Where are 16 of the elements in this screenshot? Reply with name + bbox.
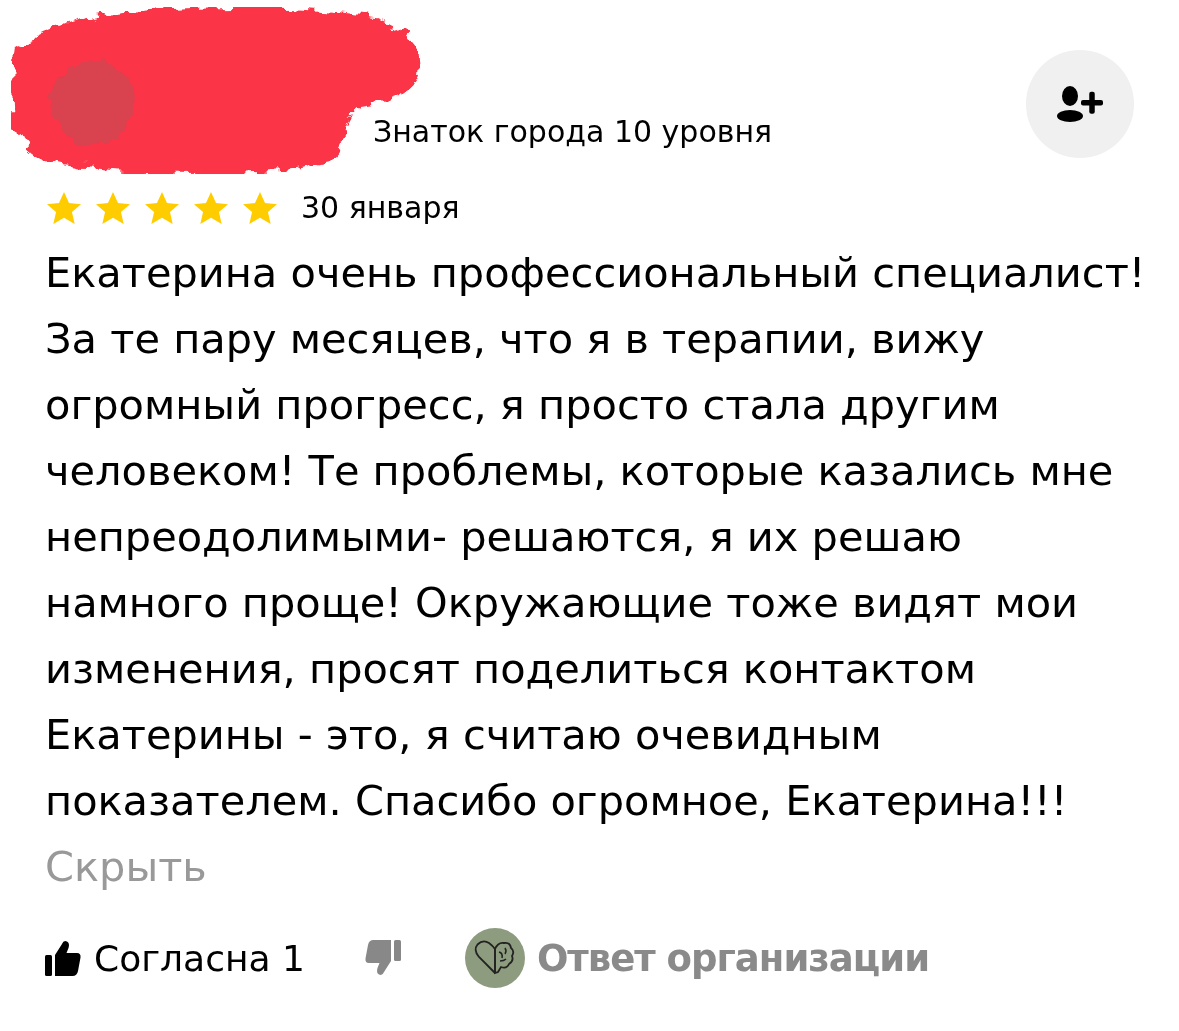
thumbs-up-icon [45, 940, 81, 976]
collapse-link[interactable]: Скрыть [45, 834, 207, 900]
star-icon [145, 192, 179, 224]
star-icon [243, 192, 277, 224]
star-icon [96, 192, 130, 224]
star-icon [47, 192, 81, 224]
thumbs-down-icon [364, 940, 401, 976]
like-button[interactable]: Согласна 1 [45, 937, 305, 979]
add-person-icon [1057, 86, 1103, 122]
review-date: 30 января [301, 189, 460, 227]
star-icon [194, 192, 228, 224]
review-text: Екатерина очень профессиональный специалист! За те пару месяцев, что я в терапии, вижу огромный прогресс, я просто стала другим человеком! Те проблемы, которые казались мне непреодолимыми- решаются, я их решаю намного проще! Окружающие тоже видят мои изменения, просят поделиться контактом Екатерины - это, я считаю очевидным показателем. Спасибо огромное, Екатерина!!! [45, 247, 1147, 827]
dislike-button[interactable] [364, 940, 401, 976]
author-level: Знаток города 10 уровня [373, 113, 773, 151]
organization-reply-button[interactable]: Ответ организации [464, 928, 930, 988]
heart-brain-logo-icon [464, 928, 525, 988]
